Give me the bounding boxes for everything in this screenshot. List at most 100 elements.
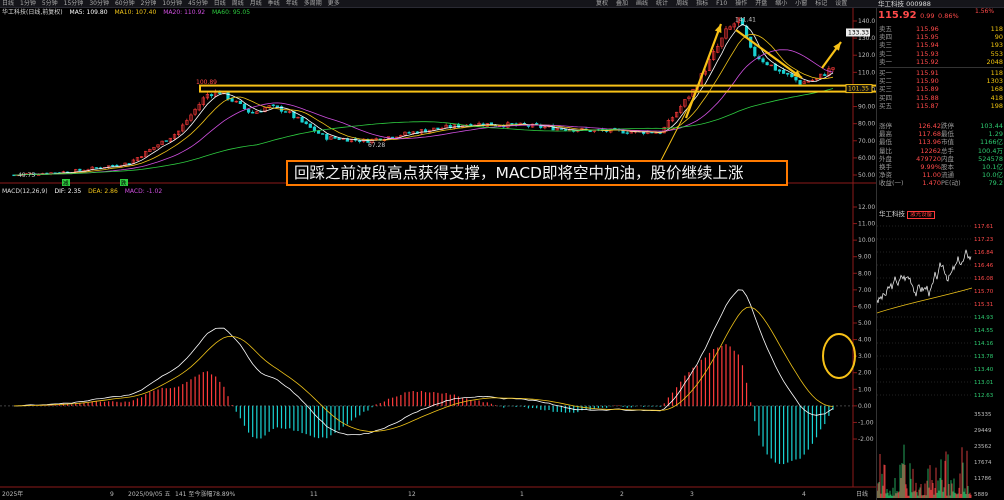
period-tab[interactable]: 日线 [2,0,14,7]
stat-value: 524578 [978,154,1003,163]
tool-item[interactable]: 周线 [676,0,688,7]
mini-tick-label: 116.46 [974,263,994,269]
analysis-annotation: 回踩之前波段高点获得支撑，MACD即将空中加油，股价继续上涨 [286,160,788,186]
stats-table: 涨停 126.42 跌停 103.44 最高 117.68 最低 1.29 最低 113.96 市值… [879,122,1003,188]
stat-value: 117.68 [918,130,941,139]
date-label: 3 [690,491,694,498]
stock-title: 华工科技(日线,前复权) [2,9,63,16]
mini-tick-label: 112.63 [974,393,994,399]
stat-label: PE(动) [941,179,961,188]
candle-body [765,62,769,66]
tool-item[interactable]: 画线 [636,0,648,7]
support-price-tag-label: 101.35 [848,86,869,93]
macd-tick-label: -1.00 [858,419,874,426]
stat-value: 10.1亿 [982,163,1003,172]
period-tab[interactable]: 周线 [232,0,244,7]
chart-area[interactable]: 140.0130.0120.0110.0100.090.0080.0070.00… [0,8,876,500]
period-tab[interactable]: 月线 [250,0,262,7]
ask-row: 卖三 115.94 193 [879,41,1003,49]
tool-item[interactable]: 缩小 [775,0,787,7]
price-tick-label: 80.00 [858,121,875,128]
intraday-avg-line [877,287,973,314]
tool-item[interactable]: 标记 [815,0,827,7]
level-price: 115.91 [916,69,939,78]
mini-tick-label: 116.08 [974,276,994,282]
period-tab[interactable]: 1分钟 [20,0,36,7]
ma5-label: MA5: 109.80 [69,9,108,16]
intraday-chart[interactable]: 117.61 117.23 116.84 116.46 116.08 115.70 115.… [877,218,1004,500]
mini-tick-label: 115.70 [974,289,994,295]
mini-tick-label: 114.93 [974,315,994,321]
tool-item[interactable]: 开盘 [755,0,767,7]
macd-tick-label: 1.00 [858,386,872,393]
candle-body [230,98,234,102]
candle-body [407,132,411,134]
level-volume: 2048 [986,57,1003,66]
stat-value: 126.42 [918,122,941,130]
candle-body [275,105,279,108]
ma10-label: MA10: 107.40 [114,9,157,16]
tool-item[interactable]: 操作 [735,0,747,7]
dif-line [13,289,834,436]
candle-body [238,100,242,104]
period-tab[interactable]: 更多 [328,0,340,7]
mini-tick-label: 117.61 [974,224,993,230]
level-price: 115.93 [916,49,939,58]
level-volume: 553 [990,49,1003,58]
date-label: 2025/09/05 五 [128,491,171,498]
candle-body [94,167,98,169]
level-price: 115.89 [916,85,939,94]
level-label: 买三 [879,85,892,94]
top-toolbar: 日线 1分钟 5分钟 15分钟 30分钟 60分钟 2分钟 10分钟 45分钟 日线 周线 月线 季线年… [0,0,1004,8]
stat-label: 跌停 [941,122,954,130]
date-label: 2 [620,491,624,498]
price-tick-label: 140.0 [858,18,875,25]
book-divider [879,67,1003,69]
candle-body [111,165,115,167]
mini-title: 华工科技 [879,210,905,218]
candle-body [510,123,514,125]
tool-item[interactable]: 复权 [596,0,608,7]
period-tab[interactable]: 季线 [268,0,280,7]
tool-menu[interactable]: 复权 叠加 画线 统计 周线 指标 F10 操作 开盘 缩小 小窗 标记 设置 [596,0,855,8]
stat-value: 79.2 [988,179,1003,188]
period-tab[interactable]: 45分钟 [188,0,208,7]
marker-b2-label: 跌 [121,179,127,187]
level-volume: 168 [990,85,1003,94]
kline-chart[interactable]: 140.0130.0120.0110.0100.090.0080.0070.00… [0,8,876,500]
price-pct: 0.86% [938,12,959,20]
tool-item[interactable]: 统计 [656,0,668,7]
period-tab[interactable]: 10分钟 [162,0,182,7]
candle-body [164,140,168,142]
level-label: 买四 [879,93,892,102]
tool-item[interactable]: F10 [716,0,727,7]
level-volume: 1303 [986,77,1003,86]
level-price: 115.90 [916,77,939,86]
period-tab[interactable]: 30分钟 [89,0,109,7]
tool-item[interactable]: 叠加 [616,0,628,7]
tool-item[interactable]: 小窗 [795,0,807,7]
period-tab[interactable]: 年线 [286,0,298,7]
period-tab[interactable]: 15分钟 [64,0,84,7]
macd-value-label: MACD: -1.02 [124,188,163,195]
period-tabs[interactable]: 日线 1分钟 5分钟 15分钟 30分钟 60分钟 2分钟 10分钟 45分钟 日线 周线 月线 季线年… [2,0,346,8]
date-label: 12 [408,491,416,498]
level-price: 115.95 [916,33,939,42]
mini-tick-label: 115.31 [974,302,993,308]
stat-label: 收益(一) [879,179,904,188]
date-label: 2025年 [2,490,23,498]
volume-tick-label: 11786 [974,476,992,482]
price-tick-label: 120.0 [858,52,875,59]
mini-tick-label: 113.78 [974,354,994,360]
mini-tick-label: 114.55 [974,328,994,334]
tool-item[interactable]: 设置 [835,0,847,7]
dea-line [13,306,834,432]
tool-item[interactable]: 指标 [696,0,708,7]
level-label: 买一 [879,69,892,78]
stat-row: 量比 12262 总手 100.4万 [879,147,1003,155]
period-tab[interactable]: 多周期 [304,0,322,7]
period-tab[interactable]: 日线 [214,0,226,7]
period-tab[interactable]: 60分钟 [115,0,135,7]
period-tab[interactable]: 2分钟 [141,0,157,7]
period-tab[interactable]: 5分钟 [42,0,58,7]
